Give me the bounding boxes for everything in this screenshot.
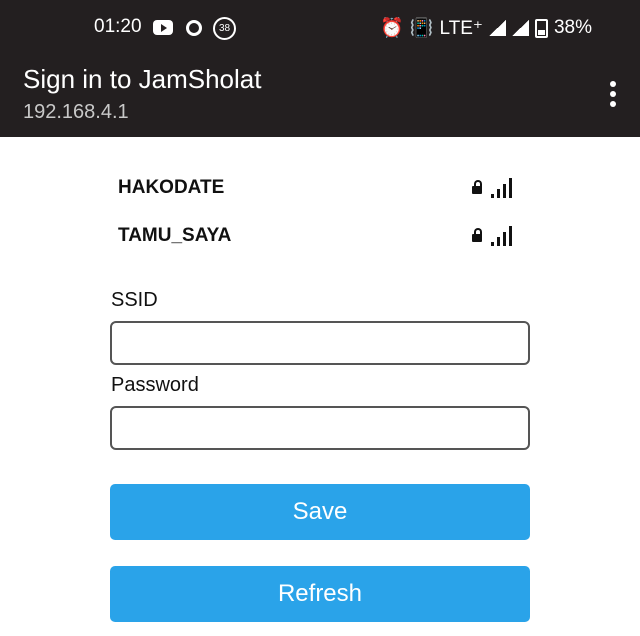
more-vert-icon[interactable] [610,81,616,109]
signal-icon [488,20,506,36]
network-name: TAMU_SAYA [118,225,232,246]
refresh-button[interactable]: Refresh [110,566,530,622]
network-name: HAKODATE [118,177,225,198]
wifi-signal-icon [491,226,518,246]
vibrate-icon: 📳 [409,18,434,39]
battery-icon [534,18,548,38]
lock-icon [472,228,482,242]
status-bar: 01:20 38 ⏰ 📳 LTE⁺ 38% [0,0,640,56]
password-label: Password [111,374,199,396]
password-input[interactable] [110,406,530,450]
signal-icon [511,20,529,36]
battery-percent: 38% [553,17,592,38]
page-subtitle: 192.168.4.1 [23,101,129,123]
network-item-hakodate[interactable]: HAKODATE [118,177,518,205]
network-type: LTE⁺ [439,17,483,39]
network-item-tamu-saya[interactable]: TAMU_SAYA [118,225,518,253]
wifi-signal-icon [491,178,518,198]
ssid-input[interactable] [110,321,530,365]
notification-badge-icon: 38 [213,17,236,40]
lock-icon [472,180,482,194]
app-bar: Sign in to JamSholat 192.168.4.1 [0,56,640,137]
page-title: Sign in to JamSholat [23,64,262,94]
youtube-icon [153,20,173,35]
status-time: 01:20 [94,16,142,37]
alarm-icon: ⏰ [380,18,404,39]
circle-icon [186,20,202,36]
status-right-group: ⏰ 📳 LTE⁺ 38% [380,16,592,40]
save-button[interactable]: Save [110,484,530,540]
ssid-label: SSID [111,289,158,311]
network-icons [472,225,518,247]
network-icons [472,177,518,199]
